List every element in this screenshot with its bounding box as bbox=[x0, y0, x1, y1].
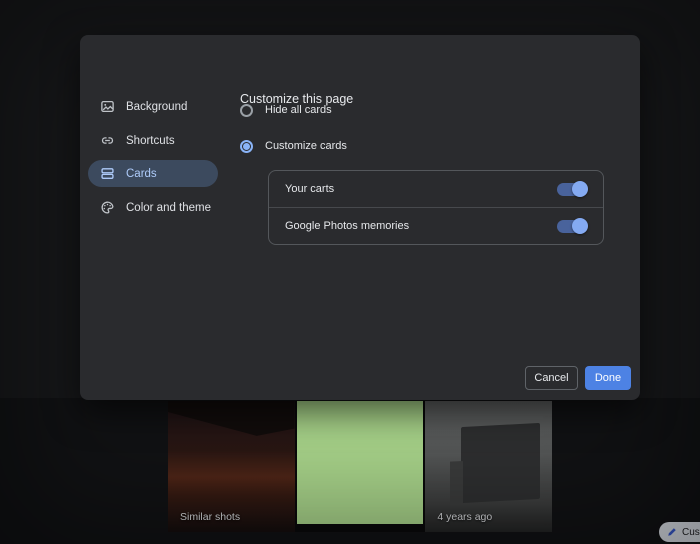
your-carts-toggle[interactable] bbox=[557, 183, 587, 196]
memory-card-highlighted[interactable] bbox=[297, 401, 424, 524]
card-toggle-label: Your carts bbox=[285, 183, 334, 195]
memory-card-similar-shots[interactable]: Similar shots bbox=[168, 401, 295, 532]
memory-card-caption: Similar shots bbox=[180, 511, 240, 523]
radio-unselected-icon[interactable] bbox=[240, 104, 253, 117]
sidebar-item-cards[interactable]: Cards bbox=[88, 160, 218, 187]
sidebar-item-label: Background bbox=[126, 101, 187, 113]
your-carts-row: Your carts bbox=[269, 171, 603, 207]
radio-label: Customize cards bbox=[265, 140, 347, 152]
sidebar-item-label: Shortcuts bbox=[126, 135, 175, 147]
background-image-icon bbox=[100, 99, 115, 114]
palette-icon bbox=[100, 200, 115, 215]
sidebar-item-label: Color and theme bbox=[126, 202, 211, 214]
cancel-button[interactable]: Cancel bbox=[525, 366, 578, 390]
memory-card-caption: 4 years ago bbox=[437, 511, 492, 523]
google-photos-memories-toggle[interactable] bbox=[557, 220, 587, 233]
radio-label: Hide all cards bbox=[265, 104, 332, 116]
google-photos-memories-row: Google Photos memories bbox=[269, 207, 603, 244]
customize-cards-option[interactable]: Customize cards bbox=[240, 138, 347, 154]
hide-all-cards-option[interactable]: Hide all cards bbox=[240, 102, 332, 118]
sidebar-item-background[interactable]: Background bbox=[88, 93, 218, 120]
sidebar-item-shortcuts[interactable]: Shortcuts bbox=[88, 127, 218, 154]
done-button[interactable]: Done bbox=[585, 366, 631, 390]
card-toggle-list: Your carts Google Photos memories bbox=[268, 170, 604, 245]
customize-chrome-label: Cust bbox=[682, 527, 700, 538]
customize-dialog: Customize this page Background Shortcuts… bbox=[80, 35, 640, 400]
pencil-icon bbox=[667, 527, 677, 537]
memory-card-4-years-ago[interactable]: 4 years ago bbox=[425, 401, 552, 532]
sidebar-item-label: Cards bbox=[126, 168, 157, 180]
radio-selected-icon[interactable] bbox=[240, 140, 253, 153]
card-toggle-label: Google Photos memories bbox=[285, 220, 409, 232]
memories-row: Similar shots 4 years ago bbox=[168, 401, 552, 532]
customize-chrome-button[interactable]: Cust bbox=[659, 522, 700, 542]
sidebar-item-color-theme[interactable]: Color and theme bbox=[88, 194, 218, 221]
link-icon bbox=[100, 133, 115, 148]
truck-shape bbox=[461, 423, 540, 503]
cards-icon bbox=[100, 166, 115, 181]
airplane-wing-shape bbox=[168, 401, 295, 493]
